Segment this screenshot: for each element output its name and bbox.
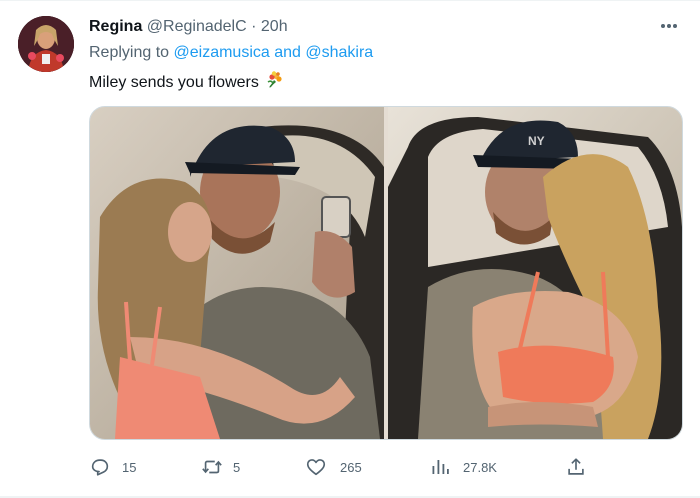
media-grid[interactable]: NY bbox=[89, 106, 683, 440]
action-bar: 15 5 265 27.8K bbox=[89, 452, 589, 482]
retweet-icon bbox=[202, 460, 222, 474]
views-button[interactable]: 27.8K bbox=[431, 452, 497, 482]
retweet-button[interactable]: 5 bbox=[200, 452, 240, 482]
analytics-icon bbox=[432, 460, 449, 474]
more-icon bbox=[661, 24, 677, 28]
mention-conjunction[interactable]: and bbox=[270, 44, 306, 61]
heart-icon bbox=[306, 459, 326, 476]
bouquet-icon bbox=[264, 70, 284, 97]
share-icon bbox=[568, 458, 584, 475]
like-button[interactable]: 265 bbox=[305, 452, 362, 482]
svg-text:NY: NY bbox=[528, 134, 545, 148]
tweet-header: Regina @ReginadelC · 20h bbox=[89, 17, 288, 37]
photo-right[interactable]: NY bbox=[388, 107, 682, 439]
mention-link[interactable]: @eizamusica bbox=[174, 44, 270, 61]
reply-count: 15 bbox=[122, 459, 137, 475]
tweet-text-content: Miley sends you flowers bbox=[89, 74, 259, 91]
tweet-text: Miley sends you flowers bbox=[89, 70, 284, 97]
share-button[interactable] bbox=[565, 452, 587, 482]
timestamp[interactable]: 20h bbox=[261, 18, 288, 35]
mention-link[interactable]: @shakira bbox=[305, 44, 373, 61]
replying-to: Replying to @eizamusica and @shakira bbox=[89, 43, 373, 63]
views-count: 27.8K bbox=[463, 459, 497, 475]
avatar[interactable] bbox=[18, 16, 74, 72]
more-options-button[interactable] bbox=[654, 14, 684, 38]
author-handle[interactable]: @ReginadelC bbox=[147, 18, 247, 35]
reply-icon bbox=[91, 459, 109, 476]
retweet-count: 5 bbox=[233, 459, 241, 475]
author-name[interactable]: Regina bbox=[89, 18, 142, 35]
photo-left[interactable] bbox=[90, 107, 384, 439]
like-count: 265 bbox=[340, 459, 362, 475]
replying-to-prefix: Replying to bbox=[89, 44, 174, 61]
divider-top bbox=[0, 0, 700, 1]
tweet[interactable]: Regina @ReginadelC · 20h Replying to @ei… bbox=[0, 0, 700, 498]
reply-button[interactable]: 15 bbox=[89, 452, 136, 482]
separator-dot: · bbox=[251, 18, 257, 35]
